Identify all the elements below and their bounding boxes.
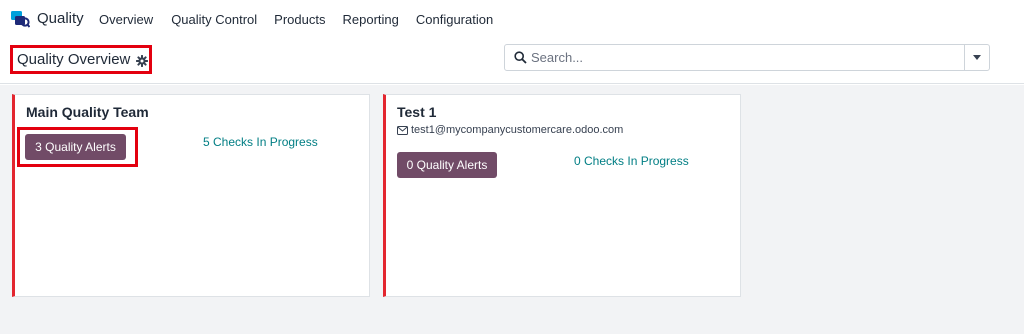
control-panel: Quality Overview (0, 38, 1024, 84)
menu-item-quality-control[interactable]: Quality Control (171, 12, 257, 27)
top-navbar: Quality Overview Quality Control Product… (0, 0, 1024, 38)
team-name[interactable]: Test 1 (397, 104, 436, 120)
menu-item-products[interactable]: Products (274, 12, 325, 27)
quality-alerts-button[interactable]: 0 Quality Alerts (397, 152, 497, 178)
team-card-test-1[interactable]: Test 1 test1@mycompanycustomercare.odoo.… (383, 94, 741, 297)
search-input[interactable] (531, 47, 961, 68)
quality-alerts-button[interactable]: 3 Quality Alerts (25, 134, 126, 160)
checks-in-progress-link[interactable]: 0 Checks In Progress (574, 154, 689, 168)
chevron-down-icon (973, 55, 981, 60)
menu-item-reporting[interactable]: Reporting (342, 12, 398, 27)
main-menu: Overview Quality Control Products Report… (99, 12, 493, 27)
menu-item-overview[interactable]: Overview (99, 12, 153, 27)
search-options-toggle[interactable] (964, 45, 989, 70)
checks-in-progress-link[interactable]: 5 Checks In Progress (203, 135, 318, 149)
search-box (504, 44, 990, 71)
team-card-main-quality-team[interactable]: Main Quality Team 3 Quality Alerts 5 Che… (12, 94, 370, 297)
quality-app-logo-icon[interactable] (11, 9, 31, 28)
page-title: Quality Overview (17, 51, 131, 68)
kanban-view: Main Quality Team 3 Quality Alerts 5 Che… (0, 85, 1024, 334)
menu-item-configuration[interactable]: Configuration (416, 12, 493, 27)
envelope-icon (397, 125, 408, 135)
gear-icon[interactable] (136, 54, 149, 67)
team-email: test1@mycompanycustomercare.odoo.com (397, 124, 623, 136)
search-icon (514, 51, 527, 64)
app-name[interactable]: Quality (37, 10, 84, 27)
team-email-text: test1@mycompanycustomercare.odoo.com (411, 124, 624, 136)
team-name[interactable]: Main Quality Team (26, 104, 149, 120)
breadcrumb: Quality Overview (10, 45, 152, 74)
